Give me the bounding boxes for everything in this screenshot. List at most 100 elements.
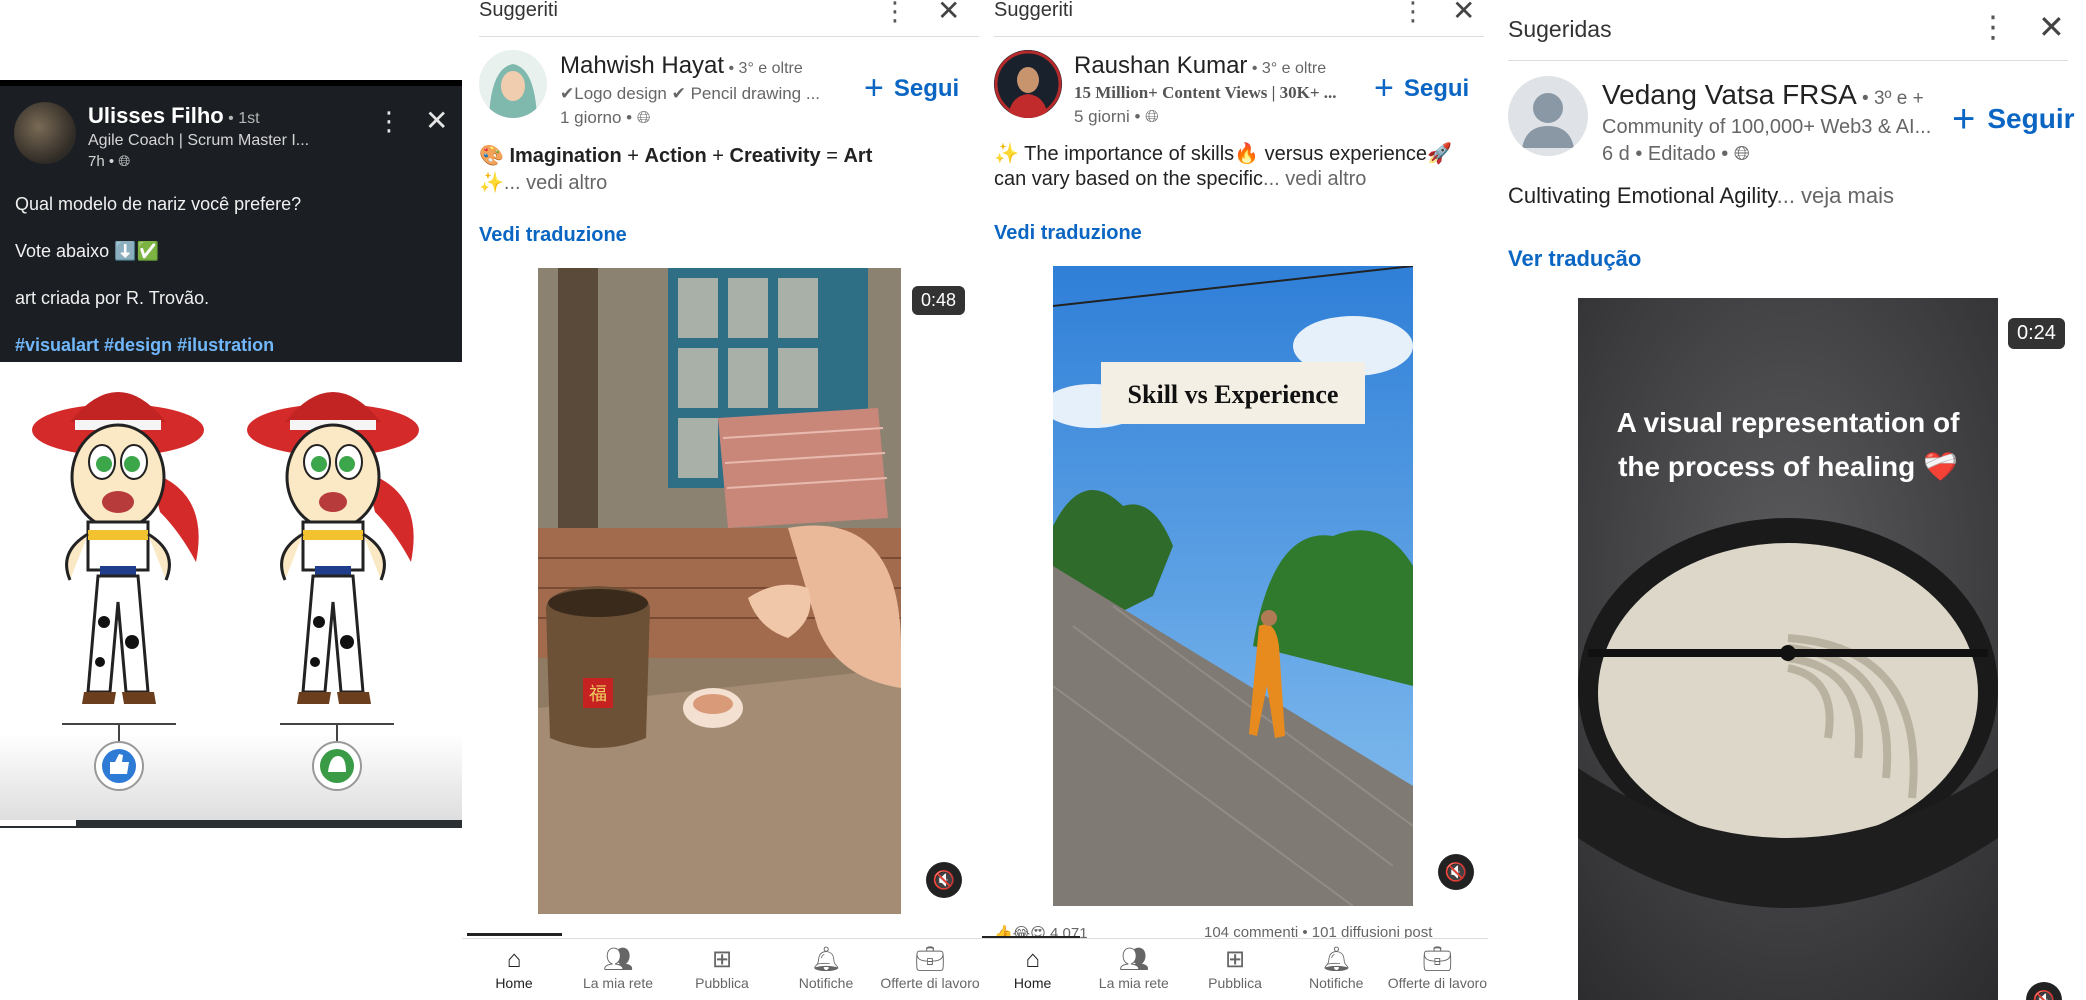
nav-jobs[interactable]: 💼︎ Offerte di lavoro — [878, 939, 982, 1000]
kebab-icon[interactable]: ⋮ — [1978, 10, 2008, 45]
muted-speaker-icon[interactable]: 🔇 — [2026, 982, 2062, 1000]
video-player[interactable]: A visual representation of the process o… — [1578, 298, 1998, 1000]
post-bold-word: Art — [843, 145, 873, 167]
kebab-icon[interactable]: ⋮ — [376, 106, 402, 137]
muted-speaker-icon[interactable]: 🔇 — [1438, 854, 1474, 890]
divider — [479, 36, 979, 37]
post-icon: ⊞ — [711, 946, 733, 973]
panel-raushan-post: Suggeriti ⋮ ✕ Raushan Kumar • 3° e oltre… — [982, 0, 1488, 1000]
nav-label: Home — [495, 975, 533, 991]
post-icon: ⊞ — [1224, 946, 1246, 973]
section-title: Sugeridas — [1508, 16, 1612, 42]
nav-label: La mia rete — [1098, 975, 1169, 991]
avatar[interactable] — [1508, 76, 1588, 156]
post-text-content: Cultivating Emotional Agility — [1508, 183, 1777, 208]
nav-post[interactable]: ⊞ Pubblica — [1184, 939, 1285, 1000]
post-text: can vary based on the specific — [994, 168, 1264, 190]
nav-home[interactable]: ⌂ Home — [982, 939, 1083, 1000]
author-name[interactable]: Mahwish Hayat • 3° e oltre — [560, 52, 803, 80]
video-frame-climber-scene: Skill vs Experience — [1053, 266, 1413, 906]
plus-icon: + — [1952, 97, 1976, 141]
video-progress-fill — [0, 820, 76, 826]
plus-icon: + — [1374, 69, 1394, 107]
video-player[interactable]: Skill vs Experience — [1053, 266, 1413, 906]
clap-reaction-icon[interactable] — [312, 741, 362, 791]
globe-icon: 🌐︎ — [1145, 107, 1159, 126]
time-text: 5 giorni • — [1074, 107, 1146, 126]
see-more-link[interactable]: ... vedi altro — [1263, 168, 1366, 190]
close-icon[interactable]: ✕ — [1452, 0, 1475, 27]
nav-network[interactable]: 👥︎ La mia rete — [566, 939, 670, 1000]
nav-network[interactable]: 👥︎ La mia rete — [1083, 939, 1184, 1000]
close-icon[interactable]: ✕ — [2038, 8, 2065, 46]
video-duration: 0:24 — [2008, 318, 2065, 349]
author-headline: Agile Coach | Scrum Master I... — [88, 132, 310, 149]
close-icon[interactable]: ✕ — [425, 104, 448, 137]
globe-icon: 🌐︎ — [636, 108, 651, 127]
author-name-text[interactable]: Ulisses Filho — [88, 103, 224, 128]
avatar[interactable] — [479, 50, 547, 118]
author-name[interactable]: Raushan Kumar • 3° e oltre — [1074, 52, 1326, 80]
follow-button[interactable]: + Seguir — [1952, 97, 2075, 142]
author-name-text[interactable]: Vedang Vatsa FRSA — [1602, 79, 1857, 110]
nav-home[interactable]: ⌂ Home — [462, 939, 566, 1000]
see-more-link[interactable]: ✨... vedi altro — [479, 170, 607, 195]
see-more-link[interactable]: ... veja mais — [1777, 183, 1894, 208]
time-text: 6 d • Editado • — [1602, 143, 1734, 165]
post-hashtags[interactable]: #visualart #design #ilustration — [15, 335, 274, 356]
section-title: Suggeriti — [479, 0, 558, 21]
avatar-hijab-icon — [479, 50, 547, 118]
post-text: Cultivating Emotional Agility... veja ma… — [1508, 183, 1894, 209]
network-icon: 👥︎ — [602, 946, 634, 973]
nav-notifications[interactable]: 🔔︎ Notifiche — [1286, 939, 1387, 1000]
author-name[interactable]: Vedang Vatsa FRSA • 3º e + — [1602, 79, 1924, 111]
follow-button[interactable]: + Segui — [1374, 69, 1469, 108]
post-text-line-1: ✨ The importance of skills🔥 versus exper… — [994, 143, 1452, 165]
author-name[interactable]: Ulisses Filho • 1st — [88, 103, 260, 129]
bottom-nav: ⌂ Home 👥︎ La mia rete ⊞ Pubblica 🔔︎ Notifich… — [462, 938, 982, 1000]
kebab-icon[interactable]: ⋮ — [1400, 0, 1426, 27]
dark-post-card: Ulisses Filho • 1st Agile Coach | Scrum … — [0, 80, 462, 362]
post-image[interactable] — [0, 362, 462, 826]
connection-degree: • 3° e oltre — [1247, 60, 1327, 77]
nav-label: Offerte di lavoro — [880, 975, 980, 991]
post-time: 5 giorni • 🌐︎ — [1074, 107, 1159, 127]
post-time: 7h • 🌐︎ — [88, 153, 130, 170]
video-caption-line-2: the process of healing ❤️‍🩹 — [1618, 451, 1958, 482]
nav-post[interactable]: ⊞ Pubblica — [670, 939, 774, 1000]
bottom-nav: ⌂ Home 👥︎ La mia rete ⊞ Pubblica 🔔︎ Notifich… — [982, 938, 1488, 1000]
nav-active-indicator — [467, 933, 562, 936]
author-name-text[interactable]: Mahwish Hayat — [560, 52, 724, 79]
panel-mahwish-post: Suggeriti ⋮ ✕ Mahwish Hayat • 3° e oltre… — [462, 0, 982, 1000]
cowgirl-illustration — [32, 392, 419, 791]
nav-jobs[interactable]: 💼︎ Offerte di lavoro — [1387, 939, 1488, 1000]
divider — [1508, 60, 2068, 61]
post-time: 6 d • Editado • 🌐︎ — [1602, 143, 1750, 166]
follow-label: Seguir — [1987, 103, 2075, 134]
post-text-line-3: art criada por R. Trovão. — [15, 288, 210, 308]
avatar[interactable] — [14, 102, 76, 164]
translate-link[interactable]: Ver tradução — [1508, 246, 1641, 272]
nav-label: La mia rete — [582, 975, 654, 991]
translate-link[interactable]: Vedi traduzione — [479, 224, 627, 247]
author-headline: 15 Million+ Content Views | 30K+ ... — [1074, 83, 1337, 102]
kebab-icon[interactable]: ⋮ — [882, 0, 908, 27]
video-frame-sand-garden: A visual representation of the process o… — [1578, 298, 1998, 1000]
briefcase-icon: 💼︎ — [1422, 946, 1453, 973]
close-icon[interactable]: ✕ — [937, 0, 960, 27]
nav-notifications[interactable]: 🔔︎ Notifiche — [774, 939, 878, 1000]
connection-degree: • 3° e oltre — [724, 60, 803, 77]
video-player[interactable]: 福 — [538, 268, 901, 914]
muted-speaker-icon[interactable]: 🔇 — [926, 862, 962, 898]
avatar[interactable] — [994, 50, 1062, 118]
home-icon: ⌂ — [1025, 946, 1040, 973]
video-caption: Skill vs Experience — [1128, 380, 1339, 409]
like-reaction-icon[interactable] — [94, 741, 144, 791]
translate-link[interactable]: Vedi traduzione — [994, 222, 1142, 245]
author-name-text[interactable]: Raushan Kumar — [1074, 52, 1247, 79]
briefcase-icon: 💼︎ — [914, 946, 946, 973]
time-text: 7h • — [88, 153, 119, 170]
author-headline: Community of 100,000+ Web3 & AI... — [1602, 116, 1932, 138]
follow-button[interactable]: + Segui — [864, 69, 959, 108]
connection-degree: • 3º e + — [1856, 88, 1924, 109]
